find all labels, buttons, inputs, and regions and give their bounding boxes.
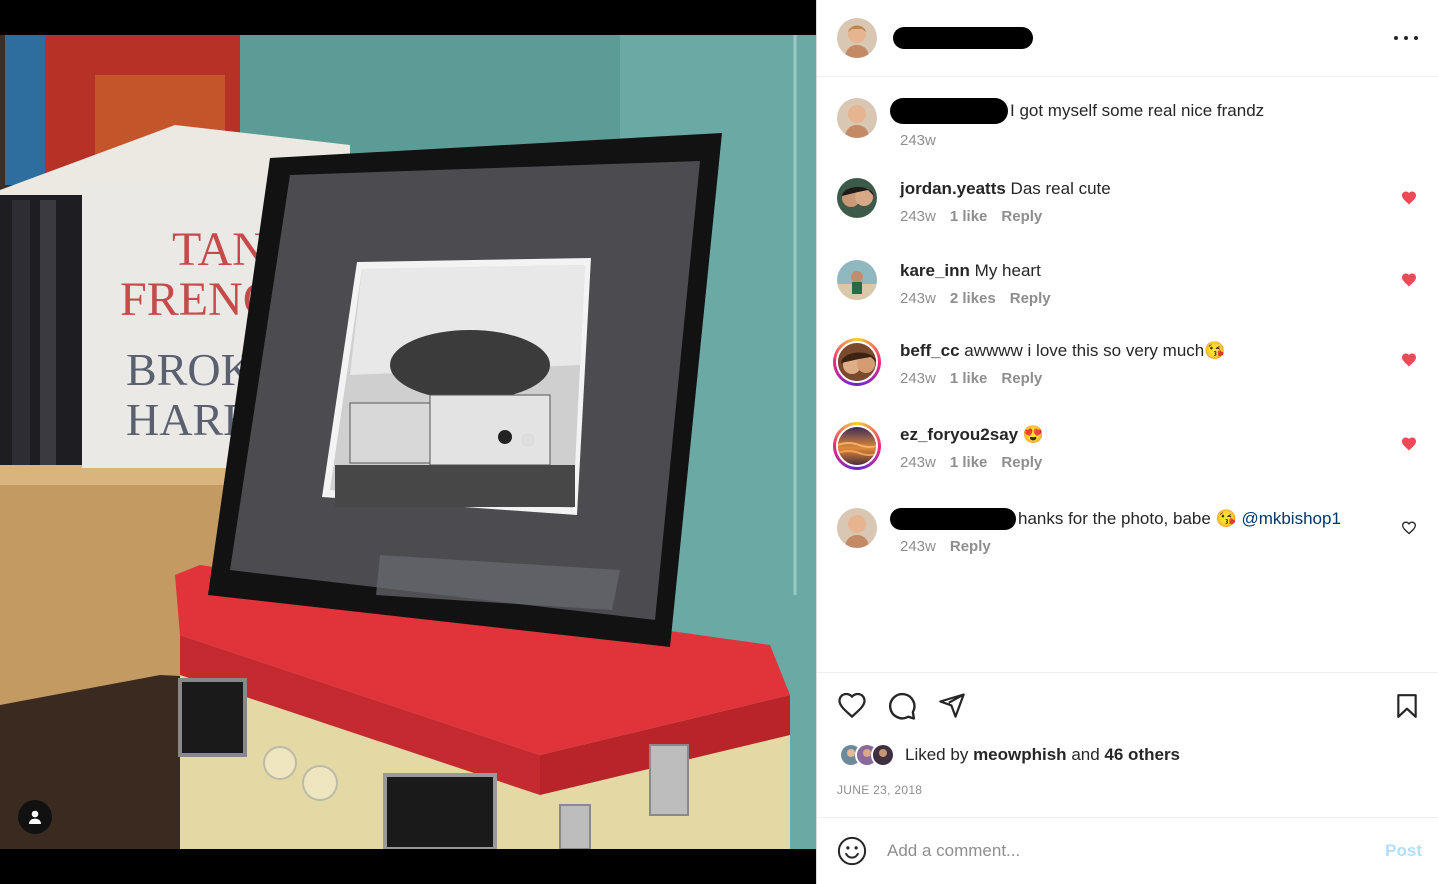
comments-list: I got myself some real nice frandz 243w … (817, 78, 1438, 672)
liked-by-user[interactable]: meowphish (973, 745, 1067, 764)
post-dialog: TANA FRENC BROKE HARBO I got myself some… (0, 0, 1438, 884)
commenter-avatar (838, 427, 876, 465)
comment-item: kare_inn My heart 243w 2 likes Reply (837, 260, 1417, 320)
comment-time[interactable]: 243w (900, 208, 936, 225)
commenter-avatar (838, 343, 876, 381)
comment-text: hanks for the photo, babe 😘 (1018, 509, 1237, 528)
add-comment-input[interactable] (887, 841, 1386, 861)
comment-time[interactable]: 243w (900, 290, 936, 307)
more-dot (1404, 36, 1408, 40)
comment-likes[interactable]: 1 like (950, 370, 988, 387)
more-horizontal-icon (1394, 36, 1398, 40)
more-dot (1414, 36, 1418, 40)
comment-text: Das real cute (1010, 179, 1111, 198)
comment-time[interactable]: 243w (900, 370, 936, 387)
tagged-users-button[interactable] (18, 800, 52, 834)
caption-username-redacted[interactable] (890, 98, 1008, 124)
comment-like-filled-heart-icon[interactable] (1401, 190, 1417, 205)
commenter-avatar[interactable] (837, 178, 877, 218)
action-bar (837, 691, 1420, 723)
comment-text: 😍 (1022, 425, 1045, 444)
author-avatar[interactable] (837, 508, 877, 548)
reply-button[interactable]: Reply (950, 538, 991, 555)
comment-time[interactable]: 243w (900, 538, 936, 555)
comment-likes[interactable]: 1 like (950, 454, 988, 471)
user-icon (29, 810, 41, 824)
likes-text: Liked by meowphish and 46 others (905, 745, 1180, 765)
comment-likes[interactable]: 2 likes (950, 290, 996, 307)
likes-summary: Liked by meowphish and 46 others (839, 743, 1180, 767)
comment-likes[interactable]: 1 like (950, 208, 988, 225)
caption: I got myself some real nice frandz 243w (837, 98, 1417, 158)
commenter-avatar-story-ring[interactable] (833, 422, 881, 470)
emoji-icon[interactable] (837, 836, 867, 866)
comment-text: My heart (974, 261, 1041, 280)
comment-icon[interactable] (887, 691, 917, 721)
reply-button[interactable]: Reply (1010, 290, 1051, 307)
comment-item: ez_foryou2say 😍 243w 1 like Reply (833, 422, 1417, 484)
post-sidebar: I got myself some real nice frandz 243w … (816, 0, 1438, 884)
liked-by-prefix: Liked by (905, 745, 969, 764)
liked-by-others[interactable]: 46 others (1104, 745, 1180, 764)
author-avatar[interactable] (837, 18, 877, 58)
post-comment-button[interactable]: Post (1385, 841, 1422, 861)
comment-text: awwww i love this so very much😘 (964, 341, 1226, 360)
comment-username[interactable]: jordan.yeatts (900, 179, 1006, 198)
comment-item: jordan.yeatts Das real cute 243w 1 like … (837, 178, 1417, 238)
commenter-avatar[interactable] (837, 260, 877, 300)
heart-icon[interactable] (837, 691, 867, 719)
author-avatar[interactable] (837, 98, 877, 138)
reply-button[interactable]: Reply (1001, 454, 1042, 471)
comment-time[interactable]: 243w (900, 454, 936, 471)
comment-username[interactable]: kare_inn (900, 261, 970, 280)
bookmark-icon[interactable] (1394, 691, 1420, 721)
comment-item: hanks for the photo, babe 😘 @mkbishop1 2… (837, 508, 1417, 568)
more-options-button[interactable] (1394, 28, 1418, 48)
comment-like-filled-heart-icon[interactable] (1401, 272, 1417, 287)
comment-like-filled-heart-icon[interactable] (1401, 352, 1417, 367)
reply-button[interactable]: Reply (1001, 208, 1042, 225)
liker-avatar[interactable] (871, 743, 895, 767)
comment-username[interactable]: beff_cc (900, 341, 960, 360)
comment-item: beff_cc awwww i love this so very much😘 … (833, 338, 1417, 400)
commenter-avatar-story-ring[interactable] (833, 338, 881, 386)
comment-like-filled-heart-icon[interactable] (1401, 436, 1417, 451)
caption-text: I got myself some real nice frandz (1010, 101, 1265, 120)
post-photo[interactable]: TANA FRENC BROKE HARBO (0, 35, 816, 849)
reply-button[interactable]: Reply (1001, 370, 1042, 387)
add-comment-bar: Post (817, 817, 1438, 884)
share-icon[interactable] (937, 691, 967, 719)
author-username-redacted[interactable] (893, 27, 1033, 49)
post-actions-section: Liked by meowphish and 46 others JUNE 23… (817, 672, 1438, 817)
post-header (817, 0, 1438, 77)
post-date[interactable]: JUNE 23, 2018 (837, 783, 922, 797)
post-media: TANA FRENC BROKE HARBO (0, 0, 816, 884)
comment-username[interactable]: ez_foryou2say (900, 425, 1018, 444)
comment-mention[interactable]: @mkbishop1 (1241, 508, 1340, 530)
liked-by-and: and (1071, 745, 1100, 764)
comment-like-outline-heart-icon[interactable] (1401, 520, 1417, 535)
caption-time[interactable]: 243w (900, 132, 936, 149)
comment-username-redacted[interactable] (890, 508, 1016, 530)
